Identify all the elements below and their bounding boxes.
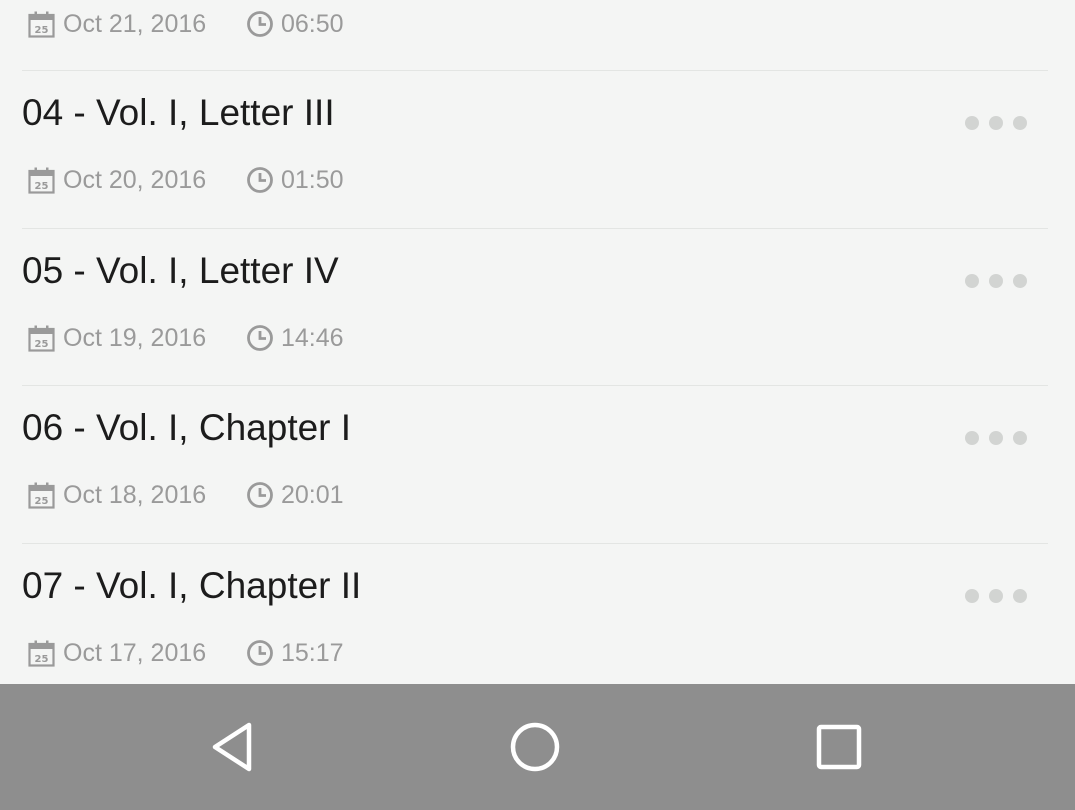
nav-recents-button[interactable] — [799, 707, 879, 787]
navigation-bar — [0, 684, 1075, 810]
more-options-icon-dot — [965, 274, 979, 288]
episode-date-text: Oct 21, 2016 — [63, 9, 207, 38]
clock-icon — [247, 325, 273, 351]
episode-duration-text: 14:46 — [281, 323, 344, 352]
episode-title[interactable]: 07 - Vol. I, Chapter II — [22, 565, 361, 607]
more-options-icon-dot — [1013, 431, 1027, 445]
calendar-icon: 25 — [28, 11, 55, 38]
recents-square-icon — [816, 724, 862, 770]
episode-duration: 20:01 — [246, 481, 344, 510]
calendar-icon: 25 — [28, 167, 55, 194]
more-options-icon-dot — [1013, 274, 1027, 288]
more-options-button[interactable] — [965, 108, 1027, 138]
clock-icon — [247, 167, 273, 193]
more-options-icon-dot — [989, 274, 1003, 288]
episode-row[interactable]: 04 - Vol. I, Letter III 25 Oct 20, 2016 — [0, 71, 1075, 228]
calendar-icon: 25 — [28, 325, 55, 352]
clock-icon — [247, 11, 273, 37]
episode-date: 25 Oct 20, 2016 — [28, 166, 246, 195]
episode-title[interactable]: 04 - Vol. I, Letter III — [22, 92, 335, 134]
calendar-icon: 25 — [28, 482, 55, 509]
episode-title[interactable]: 05 - Vol. I, Letter IV — [22, 250, 339, 292]
episode-row[interactable]: 05 - Vol. I, Letter IV 25 Oct 19, 2016 1… — [0, 229, 1075, 386]
svg-text:25: 25 — [35, 25, 49, 36]
more-options-icon-dot — [989, 589, 1003, 603]
svg-text:25: 25 — [35, 654, 49, 665]
episode-date-text: Oct 17, 2016 — [63, 638, 207, 667]
episode-duration-text: 15:17 — [281, 638, 344, 667]
svg-text:25: 25 — [35, 339, 49, 350]
episode-date: 25 Oct 21, 2016 — [28, 10, 246, 39]
episode-duration: 14:46 — [246, 324, 344, 353]
more-options-icon-dot — [989, 431, 1003, 445]
more-options-button[interactable] — [965, 266, 1027, 296]
episode-duration: 06:50 — [246, 10, 344, 39]
more-options-button[interactable] — [965, 581, 1027, 611]
episode-meta: 25 Oct 21, 2016 06:50 — [28, 8, 344, 40]
nav-home-button[interactable] — [495, 707, 575, 787]
more-options-icon-dot — [989, 116, 1003, 130]
home-circle-icon — [510, 722, 560, 772]
nav-back-button[interactable] — [193, 707, 273, 787]
episode-title[interactable]: 06 - Vol. I, Chapter I — [22, 407, 351, 449]
svg-text:25: 25 — [35, 496, 49, 507]
episode-date: 25 Oct 19, 2016 — [28, 324, 246, 353]
episode-row[interactable]: 07 - Vol. I, Chapter II 25 Oct 17, 2016 — [0, 544, 1075, 684]
more-options-icon-dot — [1013, 116, 1027, 130]
more-options-button[interactable] — [965, 423, 1027, 453]
episode-date-text: Oct 19, 2016 — [63, 323, 207, 352]
episode-list: 25 Oct 21, 2016 06:50 04 - Vol. I, Lette… — [0, 0, 1075, 684]
episode-meta: 25 Oct 18, 2016 20:01 — [28, 479, 344, 511]
episode-duration-text: 01:50 — [281, 165, 344, 194]
clock-icon — [247, 640, 273, 666]
more-options-icon-dot — [965, 589, 979, 603]
more-options-icon-dot — [965, 116, 979, 130]
episode-meta: 25 Oct 20, 2016 01:50 — [28, 164, 344, 196]
svg-text:25: 25 — [35, 181, 49, 192]
episode-duration-text: 06:50 — [281, 9, 344, 38]
more-options-icon-dot — [1013, 589, 1027, 603]
more-options-icon-dot — [965, 431, 979, 445]
episode-meta: 25 Oct 19, 2016 14:46 — [28, 322, 344, 354]
episode-duration: 15:17 — [246, 639, 344, 668]
episode-date: 25 Oct 17, 2016 — [28, 639, 246, 668]
episode-date: 25 Oct 18, 2016 — [28, 481, 246, 510]
episode-duration: 01:50 — [246, 166, 344, 195]
episode-duration-text: 20:01 — [281, 480, 344, 509]
episode-row[interactable]: 06 - Vol. I, Chapter I 25 Oct 18, 2016 2… — [0, 386, 1075, 543]
calendar-icon: 25 — [28, 640, 55, 667]
back-triangle-icon — [212, 722, 252, 772]
episode-date-text: Oct 20, 2016 — [63, 165, 207, 194]
episode-date-text: Oct 18, 2016 — [63, 480, 207, 509]
clock-icon — [247, 482, 273, 508]
episode-meta: 25 Oct 17, 2016 15:17 — [28, 637, 344, 669]
